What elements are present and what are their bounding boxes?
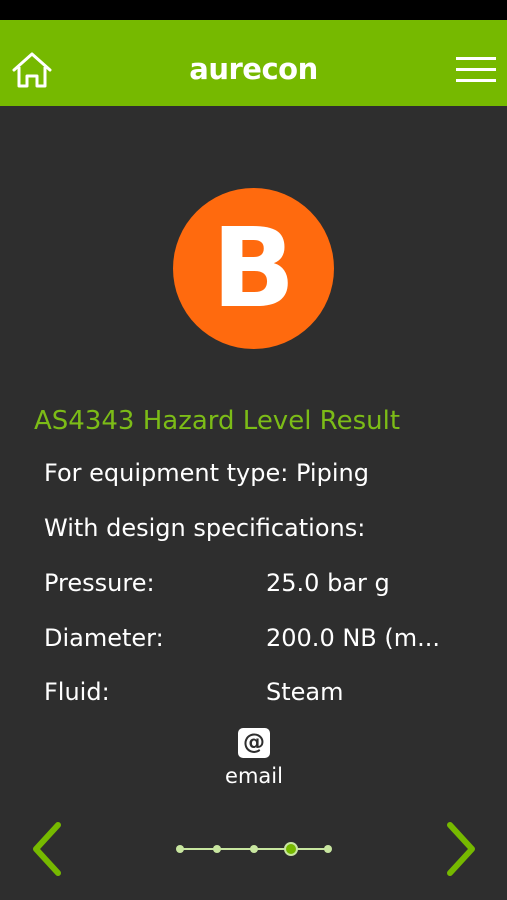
spec-label-diameter: Diameter: <box>44 624 164 652</box>
email-label: email <box>225 764 283 788</box>
page-dot[interactable] <box>176 845 184 853</box>
page-dot[interactable] <box>213 845 221 853</box>
app-header: aurecon <box>0 20 507 106</box>
spec-value-fluid: Steam <box>266 678 344 706</box>
equipment-type-line: For equipment type: Piping <box>44 459 369 487</box>
chevron-left-icon <box>33 822 61 876</box>
page-dot[interactable] <box>324 845 332 853</box>
email-button[interactable]: @ email <box>214 726 294 792</box>
page-dot-active[interactable] <box>284 842 298 856</box>
hazard-level-letter: B <box>211 204 296 332</box>
spec-label-fluid: Fluid: <box>44 678 110 706</box>
spec-value-diameter: 200.0 NB (m... <box>266 624 441 652</box>
result-title: AS4343 Hazard Level Result <box>34 406 401 436</box>
at-sign-icon: @ <box>238 728 270 758</box>
previous-page-button[interactable] <box>26 820 70 878</box>
page-dot[interactable] <box>250 845 258 853</box>
next-page-button[interactable] <box>438 820 482 878</box>
brand-logo: aurecon <box>189 52 318 86</box>
design-specs-heading: With design specifications: <box>44 514 366 542</box>
spec-label-pressure: Pressure: <box>44 569 155 597</box>
hazard-level-badge: B <box>173 188 334 349</box>
status-bar <box>0 0 507 20</box>
chevron-right-icon <box>447 822 475 876</box>
page-indicator <box>176 842 332 856</box>
menu-button[interactable] <box>454 54 498 88</box>
spec-value-pressure: 25.0 bar g <box>266 569 390 597</box>
hamburger-menu-icon <box>456 57 496 82</box>
